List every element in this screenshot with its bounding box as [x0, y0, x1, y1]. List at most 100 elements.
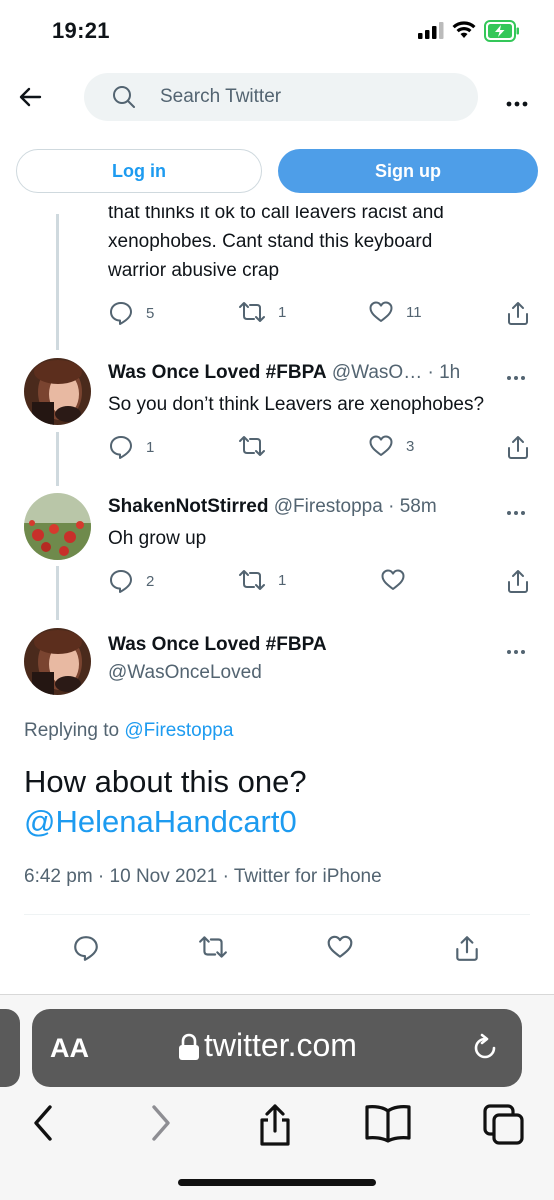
tweet-header: ShakenNotStirred @Firestoppa · 58m [108, 496, 437, 518]
tweet-text-line: that thinks it ok to call leavers racist… [108, 202, 444, 223]
user-handle[interactable]: @WasO… [332, 362, 422, 383]
main-tweet-text: How about this one? @HelenaHandcart0 [24, 762, 307, 842]
like-button[interactable]: 3 [368, 434, 414, 458]
reply-count: 5 [146, 304, 155, 322]
search-input[interactable] [160, 73, 460, 121]
browser-toolbar: AA twitter.com [0, 994, 554, 1200]
display-name[interactable]: Was Once Loved #FBPA [108, 362, 327, 383]
lock-icon [178, 1033, 200, 1066]
reply-button[interactable] [72, 934, 100, 962]
tweet-more-icon[interactable] [506, 503, 526, 521]
header [0, 62, 554, 134]
user-handle[interactable]: @WasOnceLoved [108, 662, 262, 684]
like-button[interactable] [326, 934, 354, 960]
wifi-icon [452, 20, 476, 45]
tweet-text-line: xenophobes. Cant stand this keyboard [108, 231, 433, 252]
reply-icon [74, 936, 98, 961]
browser-nav-row [0, 1095, 554, 1155]
status-bar: 19:21 [0, 0, 554, 62]
tweet-actions: 1 3 [108, 434, 532, 462]
signal-icon [418, 22, 444, 45]
reply-count: 2 [146, 572, 155, 590]
tweet-more-icon[interactable] [506, 368, 526, 386]
retweet-button[interactable] [198, 934, 228, 960]
reply-icon [110, 436, 132, 459]
share-icon [456, 936, 478, 961]
like-button[interactable] [380, 568, 406, 592]
reply-button[interactable]: 1 [108, 434, 154, 460]
avatar[interactable] [24, 358, 91, 425]
login-button[interactable]: Log in [16, 149, 262, 193]
reload-icon[interactable] [470, 1033, 500, 1068]
back-icon[interactable] [30, 1103, 56, 1148]
like-count: 11 [406, 303, 422, 321]
address-bar[interactable]: AA twitter.com [32, 1009, 522, 1087]
tweet-actions: 2 1 [108, 568, 532, 596]
tweet-time[interactable]: · 1h [427, 362, 460, 383]
share-icon[interactable] [256, 1103, 294, 1152]
tweet-timestamp[interactable]: 6:42 pm · 10 Nov 2021 · Twitter for iPho… [24, 866, 382, 888]
retweet-icon [199, 936, 227, 958]
retweet-icon [239, 302, 265, 322]
tweet-time[interactable]: · 58m [388, 496, 437, 517]
url-text[interactable]: twitter.com [204, 1027, 357, 1064]
divider [24, 914, 530, 915]
share-button[interactable] [454, 934, 480, 962]
reply-count: 1 [146, 438, 155, 456]
tweet-actions: 5 1 11 [108, 300, 532, 328]
search-icon [112, 85, 136, 114]
tweet-text: Oh grow up [108, 528, 207, 549]
heart-icon [327, 935, 353, 958]
reply-icon [110, 570, 132, 593]
search-box[interactable] [84, 73, 478, 121]
main-tweet-actions [72, 934, 492, 962]
thread-line [56, 566, 59, 620]
mention-link[interactable]: @HelenaHandcart0 [24, 802, 307, 842]
share-icon [508, 570, 528, 593]
display-name[interactable]: ShakenNotStirred [108, 496, 268, 517]
tweet-text: that thinks it ok to call leavers racist… [108, 198, 444, 285]
share-button[interactable] [506, 300, 530, 326]
like-button[interactable]: 11 [368, 300, 422, 324]
previous-tab-preview[interactable] [0, 1009, 20, 1087]
thread-line [56, 214, 59, 350]
retweet-icon [239, 570, 265, 590]
retweet-button[interactable]: 1 [238, 300, 286, 324]
back-arrow-icon[interactable] [18, 84, 46, 112]
like-count: 3 [406, 437, 415, 455]
replying-to: Replying to @Firestoppa [24, 720, 233, 742]
main-tweet-body: How about this one? [24, 764, 307, 799]
retweet-button[interactable] [238, 434, 278, 458]
tabs-icon[interactable] [482, 1103, 526, 1152]
signup-button[interactable]: Sign up [278, 149, 538, 193]
heart-icon [381, 569, 405, 590]
forward-icon[interactable] [148, 1103, 174, 1148]
share-button[interactable] [506, 434, 530, 460]
share-button[interactable] [506, 568, 530, 594]
retweet-count: 1 [278, 571, 287, 589]
thread-line [56, 432, 59, 486]
tweet-text-line: warrior abusive crap [108, 260, 280, 281]
avatar[interactable] [24, 628, 91, 695]
retweet-count: 1 [278, 303, 287, 321]
reply-button[interactable]: 5 [108, 300, 154, 326]
bookmarks-icon[interactable] [364, 1103, 412, 1148]
tweet-more-icon[interactable] [506, 642, 526, 660]
home-indicator[interactable] [178, 1179, 376, 1186]
status-time: 19:21 [52, 18, 110, 43]
heart-icon [369, 435, 393, 456]
avatar[interactable] [24, 493, 91, 560]
more-icon[interactable] [506, 94, 528, 112]
tweet-header: Was Once Loved #FBPA @WasO… · 1h [108, 362, 460, 384]
battery-charging-icon [484, 20, 520, 47]
retweet-button[interactable]: 1 [238, 568, 286, 592]
reader-settings-button[interactable]: AA [50, 1033, 89, 1064]
user-handle[interactable]: @Firestoppa [274, 496, 383, 517]
reply-button[interactable]: 2 [108, 568, 154, 594]
replying-mention-link[interactable]: @Firestoppa [124, 720, 233, 741]
heart-icon [369, 301, 393, 322]
display-name[interactable]: Was Once Loved #FBPA [108, 634, 327, 656]
reply-icon [110, 302, 132, 325]
replying-prefix: Replying to [24, 720, 120, 741]
share-icon [508, 436, 528, 459]
